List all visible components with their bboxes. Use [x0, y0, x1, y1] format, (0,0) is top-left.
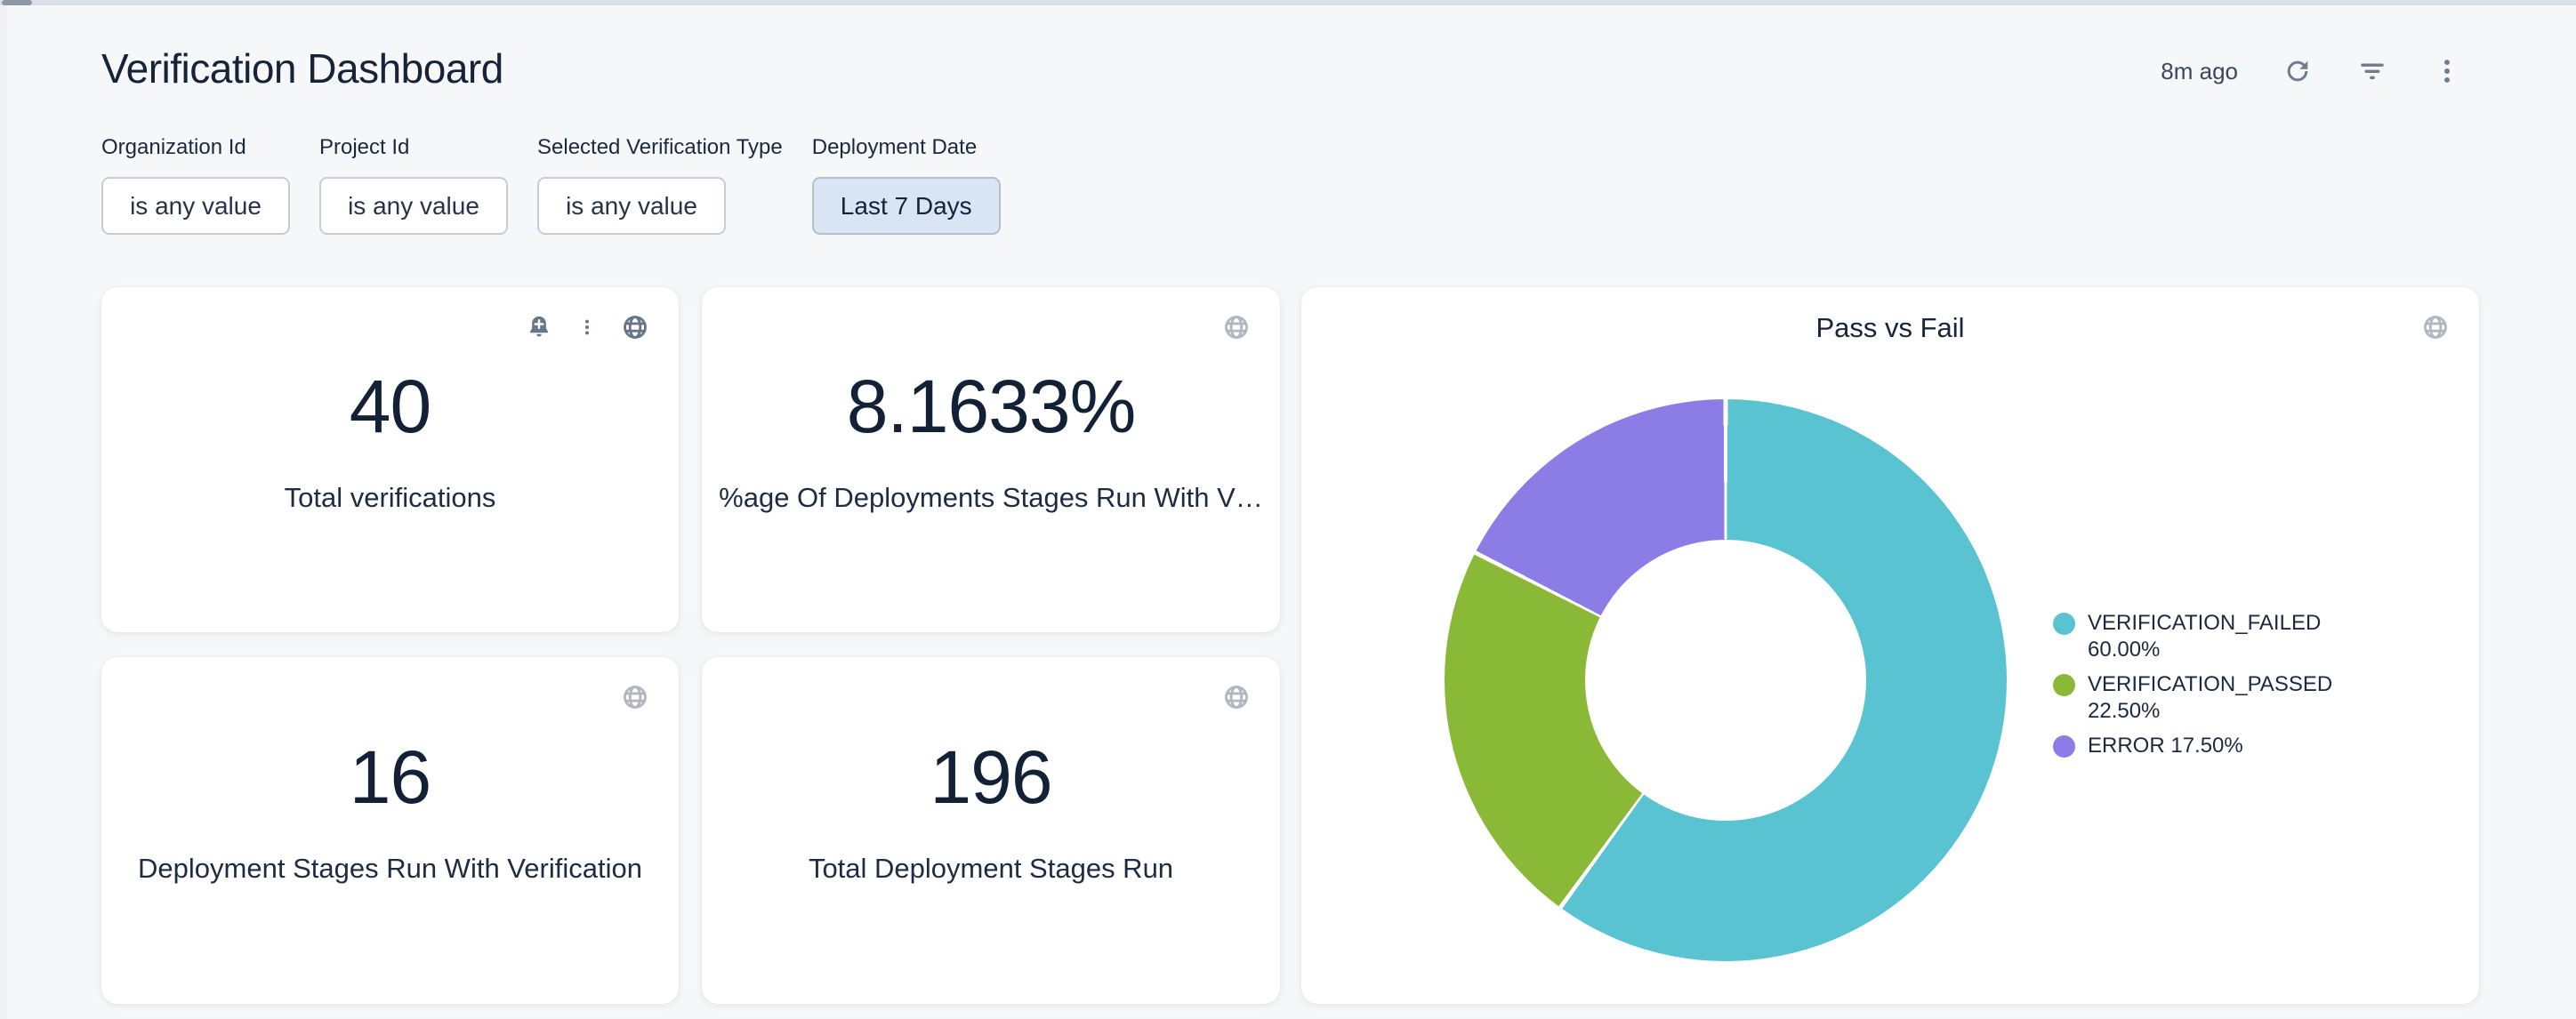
filter-verification-type: Selected Verification Type is any value: [537, 135, 783, 235]
top-scrollbar-track[interactable]: [0, 0, 2576, 5]
legend-item-verification-failed[interactable]: VERIFICATION_FAILED 60.00%: [2053, 610, 2427, 663]
legend-item-error[interactable]: ERROR 17.50%: [2053, 733, 2427, 759]
refresh-icon: [2282, 56, 2313, 86]
filter-deployment-date: Deployment Date Last 7 Days: [812, 135, 1001, 235]
filter-verification-type-value[interactable]: is any value: [537, 177, 726, 235]
filter-toggle-button[interactable]: [2357, 56, 2387, 86]
tile-stages-run-with-verification: 16 Deployment Stages Run With Verificati…: [101, 657, 679, 1004]
filter-icon: [2357, 56, 2387, 86]
legend-pct: 17.50%: [2170, 734, 2242, 758]
legend-label: VERIFICATION_PASSED: [2088, 672, 2332, 696]
tile-value: 40: [350, 364, 431, 450]
tile-total-stages-run: 196 Total Deployment Stages Run: [702, 657, 1280, 1004]
left-edge-strip: [0, 5, 7, 1019]
filter-organization-id-value[interactable]: is any value: [101, 177, 290, 235]
donut-chart[interactable]: [1445, 399, 2007, 961]
tile-value: 16: [350, 734, 431, 821]
legend-dot: [2053, 674, 2075, 696]
filter-project-id-value[interactable]: is any value: [319, 177, 508, 235]
dashboard-menu-button[interactable]: [2432, 56, 2462, 86]
legend-pct: 60.00%: [2088, 638, 2160, 662]
chart-legend: VERIFICATION_FAILED 60.00% VERIFICATION_…: [2053, 610, 2427, 767]
filter-organization-id: Organization Id is any value: [101, 135, 290, 235]
filter-label: Deployment Date: [812, 135, 1001, 160]
tile-label: Deployment Stages Run With Verification: [138, 853, 642, 885]
legend-label: ERROR: [2088, 734, 2165, 758]
filter-label: Project Id: [319, 135, 508, 160]
legend-item-verification-passed[interactable]: VERIFICATION_PASSED 22.50%: [2053, 671, 2427, 725]
legend-dot: [2053, 613, 2075, 635]
chart-title: Pass vs Fail: [1301, 312, 2479, 344]
tile-label: Total verifications: [285, 482, 496, 514]
header-controls: 8m ago: [2161, 50, 2462, 92]
tile-label: %age Of Deployments Stages Run With V…: [719, 482, 1263, 514]
donut-hole: [1585, 540, 1866, 821]
tile-label: Total Deployment Stages Run: [809, 853, 1173, 885]
last-refreshed-text: 8m ago: [2161, 58, 2238, 85]
filter-label: Selected Verification Type: [537, 135, 783, 160]
legend-pct: 22.50%: [2088, 699, 2160, 723]
tile-value: 8.1633%: [847, 364, 1136, 450]
legend-dot: [2053, 735, 2075, 758]
refresh-button[interactable]: [2282, 56, 2313, 86]
page-title: Verification Dashboard: [101, 44, 503, 92]
tile-pct-stages-with-verification: 8.1633% %age Of Deployments Stages Run W…: [702, 287, 1280, 632]
tile-value: 196: [930, 734, 1051, 821]
filter-bar: Organization Id is any value Project Id …: [101, 135, 1001, 235]
pass-vs-fail-chart-card: Pass vs Fail VERIFICATION_FAILED 60.00% …: [1301, 287, 2479, 1004]
tile-total-verifications: 40 Total verifications: [101, 287, 679, 632]
filter-deployment-date-value[interactable]: Last 7 Days: [812, 177, 1001, 235]
legend-label: VERIFICATION_FAILED: [2088, 611, 2321, 635]
kebab-menu-icon: [2432, 56, 2462, 86]
filter-label: Organization Id: [101, 135, 290, 160]
filter-project-id: Project Id is any value: [319, 135, 508, 235]
